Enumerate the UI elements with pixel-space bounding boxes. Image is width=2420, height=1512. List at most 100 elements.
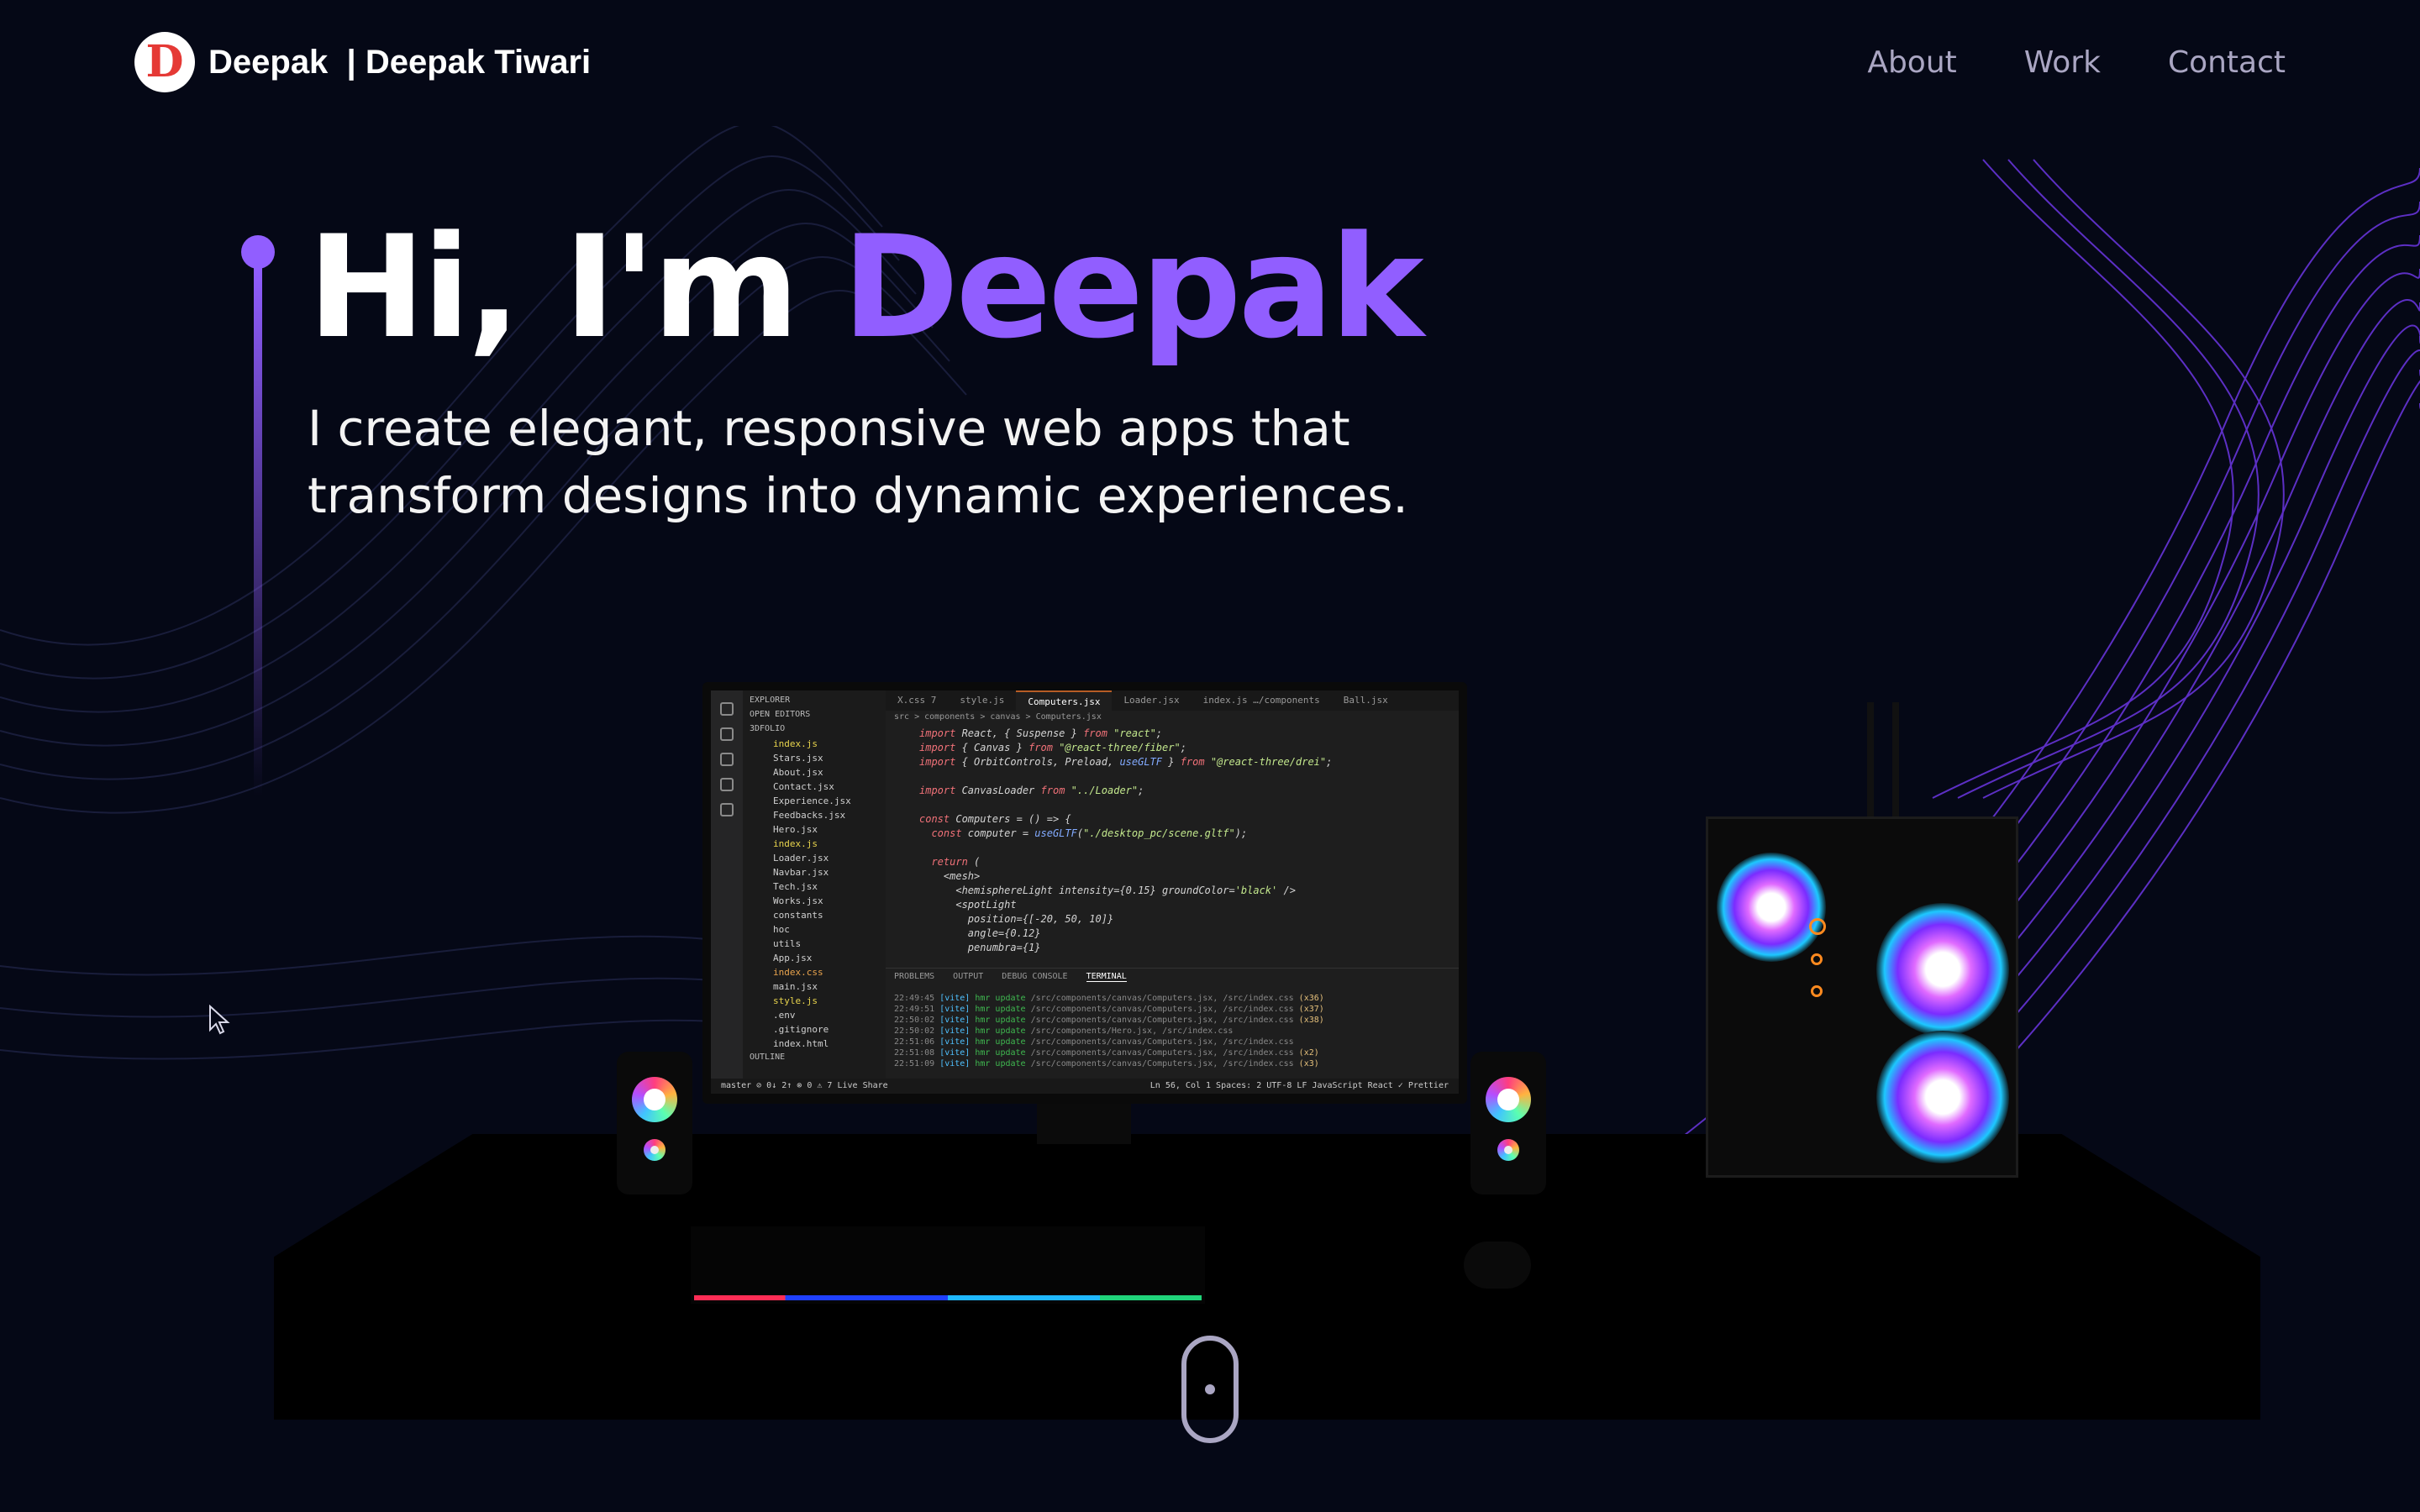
file-item: Feedbacks.jsx [773,810,846,821]
terminal-tag: [vite] [939,1026,976,1036]
terminal-tag: [vite] [939,1037,976,1047]
search-icon [720,727,734,741]
terminal-count: (x3) [1298,1059,1319,1068]
pc-fan [1876,903,2009,1036]
editor-tabs: X.css 7 style.js Computers.jsx Loader.js… [886,690,1459,711]
file-item: Works.jsx [773,895,823,906]
terminal-time: 22:51:06 [894,1037,940,1047]
monitor: EXPLORER OPEN EDITORS 3DFOLIO index.js S… [702,682,1467,1104]
code-line: angle={0.12} [919,927,1041,939]
file-item: Navbar.jsx [773,867,829,878]
file-item: Hero.jsx [773,824,818,835]
terminal-time: 22:49:51 [894,1005,940,1014]
terminal-file: /src/components/canvas/Computers.jsx, /s… [1030,1037,1299,1047]
hero-name: Deepak [841,205,1424,370]
editor-tab: X.css 7 [897,695,937,706]
folder-item: hoc [773,924,790,935]
logo-link[interactable]: D [134,32,195,92]
terminal-line: 22:49:51 [vite] hmr update /src/componen… [894,1005,1450,1016]
nav-link-contact[interactable]: Contact [2168,45,2286,80]
terminal-tag: [vite] [939,994,976,1003]
hero-greeting: Hi, I'm [308,205,842,370]
code-line: penumbra={1} [919,942,1041,953]
mouse [1464,1242,1531,1289]
terminal-time: 22:51:08 [894,1048,940,1058]
code-line: import React, { Suspense } from "react"; [919,727,1163,739]
terminal-hmr: hmr update [975,1037,1031,1047]
scroll-down-indicator[interactable] [1181,1336,1239,1443]
file-item: App.jsx [773,953,813,963]
terminal-count: (x38) [1298,1016,1324,1025]
terminal-hmr: hmr update [975,994,1031,1003]
right-speaker [1470,1052,1546,1194]
terminal-file: /src/components/canvas/Computers.jsx, /s… [1030,1059,1299,1068]
folder-item: utils [773,938,802,949]
file-item: Experience.jsx [773,795,851,806]
pc-tower [1706,816,2018,1178]
hero-subtitle-line-2: transform designs into dynamic experienc… [308,467,1408,524]
nav-link-about[interactable]: About [1867,45,1956,80]
keyboard-rgb-light [694,1295,1202,1300]
left-speaker [617,1052,692,1194]
hero-title: Hi, I'm Deepak [308,210,1424,365]
code-line: <spotLight [919,899,1017,911]
speaker-ring-light-small [644,1139,666,1161]
panel-tab: OUTPUT [953,972,984,981]
file-item: index.js [773,838,818,849]
panel-tab: DEBUG CONSOLE [1002,972,1068,981]
code-line: import CanvasLoader from "../Loader"; [919,785,1144,796]
status-bar: master ⊘ 0↓ 2↑ ⊗ 0 ⚠ 7 Live Share Ln 56,… [711,1079,1459,1094]
editor-tab-active: Computers.jsx [1016,690,1113,711]
speaker-ring-light-small [1497,1139,1519,1161]
nav-link-work[interactable]: Work [2024,45,2101,80]
terminal-time: 22:51:09 [894,1059,940,1068]
file-item: Tech.jsx [773,881,818,892]
breadcrumb: src > components > canvas > Computers.js… [894,712,1102,722]
source-control-icon [720,753,734,766]
code-line: const Computers = () => { [919,813,1071,825]
scroll-dot [1205,1384,1215,1394]
file-item: Stars.jsx [773,753,823,764]
terminal-time: 22:49:45 [894,994,940,1003]
panel-tabs: PROBLEMS OUTPUT DEBUG CONSOLE TERMINAL [894,972,1450,982]
brand-name[interactable]: Deepak | Deepak Tiwari [208,44,591,81]
terminal-count: (x37) [1298,1005,1324,1014]
terminal-line: 22:51:09 [vite] hmr update /src/componen… [894,1059,1450,1070]
run-debug-icon [720,778,734,791]
file-item: index.js [773,738,818,749]
extensions-icon [720,803,734,816]
terminal-tag: [vite] [939,1059,976,1068]
terminal-tag: [vite] [939,1048,976,1058]
status-left: master ⊘ 0↓ 2↑ ⊗ 0 ⚠ 7 Live Share [721,1081,888,1090]
project-folder: 3DFOLIO [750,724,786,733]
terminal-line: 22:51:08 [vite] hmr update /src/componen… [894,1048,1450,1059]
terminal-time: 22:50:02 [894,1016,940,1025]
editor-tab: style.js [960,695,1005,706]
terminal-file: /src/components/canvas/Computers.jsx, /s… [1030,1048,1299,1058]
terminal-file: /src/components/canvas/Computers.jsx, /s… [1030,994,1299,1003]
terminal-hmr: hmr update [975,1016,1031,1025]
hero-accent-dot [241,235,275,269]
terminal-output: 22:49:45 [vite] hmr update /src/componen… [894,994,1450,1070]
panel-tab: PROBLEMS [894,972,935,981]
terminal-file: /src/components/canvas/Computers.jsx, /s… [1030,1005,1299,1014]
terminal-file: /src/components/canvas/Computers.jsx, /s… [1030,1016,1299,1025]
terminal-hmr: hmr update [975,1026,1031,1036]
code-line: return ( [931,856,981,868]
terminal-line: 22:50:02 [vite] hmr update /src/componen… [894,1026,1450,1037]
terminal-tag: [vite] [939,1005,976,1014]
code-area: import React, { Suspense } from "react";… [886,727,1459,963]
terminal-line: 22:49:45 [vite] hmr update /src/componen… [894,994,1450,1005]
file-item: index.html [773,1038,829,1049]
terminal-count: (x2) [1298,1048,1319,1058]
panel-tab-active: TERMINAL [1086,972,1127,982]
pc-led [1809,918,1826,935]
terminal-line: 22:51:06 [vite] hmr update /src/componen… [894,1037,1450,1048]
pc-fan [1717,853,1826,962]
antenna [1867,702,1874,828]
outline-label: OUTLINE [750,1053,786,1062]
code-line: import { OrbitControls, Preload, useGLTF… [919,756,1333,768]
keyboard [691,1226,1205,1304]
